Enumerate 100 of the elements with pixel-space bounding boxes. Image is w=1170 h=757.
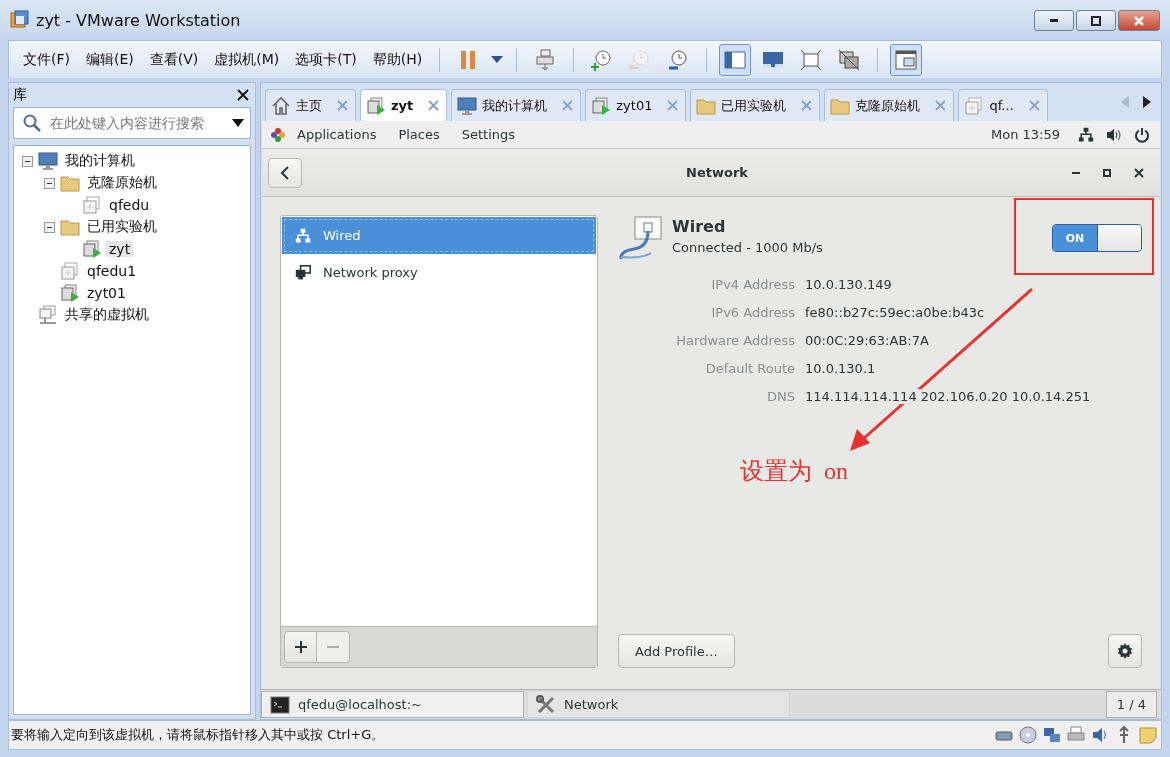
status-message: 要将输入定向到该虚拟机，请将鼠标指针移入其中或按 Ctrl+G。 xyxy=(11,726,386,744)
field-value: 10.0.130.1 xyxy=(805,361,876,376)
monitor-icon xyxy=(457,95,478,116)
chevron-left-icon xyxy=(280,165,290,180)
clock-wrench-icon xyxy=(667,48,690,71)
virtual-machine-icon xyxy=(964,95,985,116)
tab[interactable]: 克隆原始机 xyxy=(824,89,955,121)
printer-icon[interactable] xyxy=(1067,726,1085,744)
tree-item[interactable]: zyt01 xyxy=(84,285,129,301)
taskbar-label: qfedu@localhost:~ xyxy=(298,697,422,712)
field-label: IPv4 Address xyxy=(711,277,795,292)
house-icon xyxy=(271,95,291,116)
power-icon[interactable] xyxy=(1134,126,1150,143)
tree-item[interactable]: 共享的虚拟机 xyxy=(62,306,152,324)
shared-machines-icon xyxy=(38,305,58,325)
disc-icon[interactable] xyxy=(1019,726,1037,744)
app-logo-icon xyxy=(10,10,30,30)
speaker-icon[interactable] xyxy=(1091,726,1109,744)
tree-item[interactable]: 已用实验机 xyxy=(84,218,160,236)
virtual-machine-icon xyxy=(60,261,80,281)
menu-item[interactable]: 文件(F) xyxy=(15,47,78,72)
terminal-icon xyxy=(270,694,290,715)
stacked-computers-icon xyxy=(534,48,557,71)
plus-icon xyxy=(293,640,308,654)
menu-item[interactable]: Applications xyxy=(286,127,388,142)
tab[interactable]: zyt xyxy=(360,89,448,121)
add-button[interactable] xyxy=(284,631,317,663)
panel-title: 库 xyxy=(13,86,27,104)
flower-logo-icon xyxy=(270,126,286,143)
running-machine-icon xyxy=(60,283,80,303)
tab[interactable]: 主页 xyxy=(265,89,356,121)
collapse-icon[interactable] xyxy=(43,177,55,189)
menu-item[interactable]: 帮助(H) xyxy=(364,47,431,72)
tree-item[interactable]: qfedu xyxy=(106,197,153,213)
field-value: 00:0C:29:63:AB:7A xyxy=(805,333,929,348)
device-label: Wired xyxy=(323,228,361,243)
taskbar-item[interactable]: Network xyxy=(527,691,790,718)
menu-item[interactable]: 选项卡(T) xyxy=(287,47,365,72)
back-button[interactable] xyxy=(268,157,302,188)
tab[interactable]: qf... xyxy=(958,89,1048,121)
close-icon[interactable] xyxy=(237,89,249,101)
field-label: Default Route xyxy=(705,361,795,376)
maximize-icon xyxy=(1091,15,1101,26)
clock-arrow-icon xyxy=(629,48,652,71)
right-arrow-icon[interactable] xyxy=(1143,96,1151,108)
tab[interactable]: 已用实验机 xyxy=(690,89,821,121)
minimize-icon[interactable] xyxy=(1072,171,1080,174)
window-panel-button[interactable] xyxy=(890,43,923,76)
menu-item[interactable]: Settings xyxy=(450,127,527,142)
maximize-button[interactable] xyxy=(1076,10,1116,31)
tab-label: 我的计算机 xyxy=(482,96,548,115)
collapse-icon[interactable] xyxy=(21,155,33,167)
add-profile-button[interactable]: Add Profile… xyxy=(618,634,735,668)
field-value: 10.0.130.149 xyxy=(805,277,892,292)
taskbar-item[interactable]: qfedu@localhost:~ xyxy=(261,691,524,718)
crossed-windows-icon xyxy=(838,48,861,71)
tab[interactable]: 我的计算机 xyxy=(451,89,582,121)
settings-button[interactable] xyxy=(1108,634,1142,668)
sidebar-layout-button[interactable] xyxy=(719,43,752,76)
menu-item[interactable]: 虚拟机(M) xyxy=(206,47,288,72)
annotation-text: 设置为 on xyxy=(740,457,848,486)
caret-icon xyxy=(491,56,504,63)
field-label: IPv6 Address xyxy=(711,305,795,320)
connection-name: Wired xyxy=(672,217,727,236)
network-icon[interactable] xyxy=(1078,126,1094,143)
tree-item[interactable]: 克隆原始机 xyxy=(84,174,160,192)
running-machine-icon xyxy=(591,95,612,116)
fullscreen-icon xyxy=(800,48,823,71)
close-icon[interactable] xyxy=(1134,167,1144,178)
search-field[interactable]: 在此处键入内容进行搜索 xyxy=(13,107,251,139)
tree-item[interactable]: 我的计算机 xyxy=(62,152,138,170)
tab-label: 主页 xyxy=(296,96,322,115)
tree-item[interactable]: qfedu1 xyxy=(84,263,140,279)
folder-icon xyxy=(60,173,80,193)
connection-status: Connected - 1000 Mb/s xyxy=(672,240,823,255)
speaker-icon[interactable] xyxy=(1106,126,1122,143)
menu-item[interactable]: Places xyxy=(387,127,451,142)
tab-label: 已用实验机 xyxy=(721,96,787,115)
menu-item[interactable]: 查看(V) xyxy=(141,47,207,72)
close-icon xyxy=(1134,15,1144,26)
tab-label: zyt01 xyxy=(616,98,653,113)
collapse-icon[interactable] xyxy=(43,221,55,233)
close-button[interactable] xyxy=(1118,10,1160,31)
device-row[interactable]: Network proxy xyxy=(282,254,596,291)
settings-icon xyxy=(1117,643,1133,659)
tree-item[interactable]: zyt xyxy=(106,241,134,257)
tab[interactable]: zyt01 xyxy=(585,89,687,121)
running-machine-icon xyxy=(82,239,102,259)
field-value: fe80::b27c:59ec:a0be:b43c xyxy=(805,305,985,320)
workspace-pager[interactable]: 1 / 4 xyxy=(1105,691,1157,718)
menu-item[interactable]: 编辑(E) xyxy=(78,47,142,72)
caret-icon[interactable] xyxy=(232,119,244,127)
wrench-screwdriver-icon xyxy=(536,694,556,715)
clock[interactable]: Mon 13:59 xyxy=(991,127,1060,142)
maximize-icon[interactable] xyxy=(1102,167,1112,178)
folder-icon xyxy=(60,217,80,237)
field-value: 114.114.114.114 202.106.0.20 10.0.14.251 xyxy=(805,389,1091,404)
network-adapter-icon[interactable] xyxy=(1043,726,1061,744)
virtual-machine-icon xyxy=(82,195,102,215)
minimize-button[interactable] xyxy=(1034,10,1074,31)
